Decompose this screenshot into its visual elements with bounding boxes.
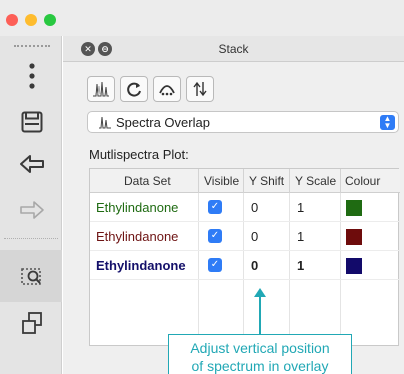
column-header-visible[interactable]: Visible bbox=[204, 174, 239, 188]
column-header-colour[interactable]: Colour bbox=[345, 174, 380, 188]
callout-box: Adjust vertical position of spectrum in … bbox=[168, 334, 352, 374]
toolbar-grip[interactable] bbox=[14, 45, 50, 49]
spectra-overlay-tool-button[interactable] bbox=[87, 76, 115, 102]
panel-title: Stack bbox=[218, 42, 249, 56]
panel-float-icon[interactable]: ⊖ bbox=[98, 42, 112, 56]
colour-swatch[interactable] bbox=[346, 229, 362, 245]
toolbar-separator bbox=[4, 238, 58, 239]
panel-header: Stack ✕ ⊖ bbox=[63, 36, 404, 62]
y-scale-value[interactable]: 1 bbox=[297, 229, 304, 244]
zoom-region-button[interactable] bbox=[14, 258, 50, 294]
stack-panel: Stack ✕ ⊖ Spectra Overlap ▲ ▼ Mutlispect… bbox=[63, 36, 404, 374]
column-divider bbox=[243, 169, 244, 193]
save-button[interactable] bbox=[14, 104, 50, 140]
redo-button[interactable] bbox=[14, 192, 50, 228]
row-divider bbox=[90, 221, 400, 222]
y-scale-value[interactable]: 1 bbox=[297, 200, 304, 215]
multispectra-plot-label: Mutlispectra Plot: bbox=[89, 147, 189, 162]
visible-checkbox[interactable]: ✓ bbox=[208, 258, 222, 272]
colour-swatch[interactable] bbox=[346, 200, 362, 216]
shift-tool-button[interactable] bbox=[186, 76, 214, 102]
data-set-name[interactable]: Ethylindanone bbox=[96, 229, 178, 244]
y-shift-value[interactable]: 0 bbox=[251, 258, 258, 273]
column-divider bbox=[198, 169, 199, 193]
callout-text-line-2: of spectrum in overlay bbox=[191, 358, 329, 374]
minimize-window-button[interactable] bbox=[25, 14, 37, 26]
mode-select-value: Spectra Overlap bbox=[116, 115, 210, 130]
row-divider bbox=[90, 250, 400, 251]
left-toolbar bbox=[0, 36, 62, 374]
callout-text-line-1: Adjust vertical position bbox=[190, 340, 330, 356]
column-divider bbox=[198, 193, 199, 345]
redo-arrow-icon bbox=[20, 201, 44, 219]
peak-dots-icon bbox=[159, 85, 175, 96]
zoom-window-button[interactable] bbox=[44, 14, 56, 26]
title-bar bbox=[0, 0, 404, 36]
stack-button[interactable] bbox=[14, 306, 50, 342]
data-set-name[interactable]: Ethylindanone bbox=[96, 200, 178, 215]
select-chevrons-icon[interactable]: ▲ ▼ bbox=[380, 115, 395, 130]
visible-checkbox[interactable]: ✓ bbox=[208, 200, 222, 214]
y-shift-value[interactable]: 0 bbox=[251, 200, 258, 215]
data-set-name[interactable]: Ethylindanone bbox=[96, 258, 186, 273]
table-header: Data Set Visible Y Shift Y Scale Colour bbox=[90, 169, 400, 193]
refresh-icon bbox=[127, 82, 141, 97]
floppy-disk-icon bbox=[21, 111, 43, 133]
column-divider bbox=[340, 193, 341, 345]
y-scale-value[interactable]: 1 bbox=[297, 258, 304, 273]
undo-button[interactable] bbox=[14, 146, 50, 182]
stacked-windows-icon bbox=[22, 312, 42, 334]
zoom-region-icon bbox=[21, 268, 41, 285]
column-divider bbox=[289, 193, 290, 345]
column-divider bbox=[289, 169, 290, 193]
refresh-tool-button[interactable] bbox=[120, 76, 148, 102]
overlay-spectra-icon bbox=[93, 81, 109, 97]
mode-select[interactable]: Spectra Overlap ▲ ▼ bbox=[87, 111, 399, 133]
visible-checkbox[interactable]: ✓ bbox=[208, 229, 222, 243]
y-shift-value[interactable]: 0 bbox=[251, 229, 258, 244]
multispectra-table: Data Set Visible Y Shift Y Scale Colour … bbox=[89, 168, 400, 346]
vertical-dots-icon bbox=[29, 63, 35, 89]
column-header-y-scale[interactable]: Y Scale bbox=[295, 174, 336, 188]
row-divider bbox=[90, 279, 400, 280]
panel-close-icon[interactable]: ✕ bbox=[81, 42, 95, 56]
column-header-y-shift[interactable]: Y Shift bbox=[249, 174, 284, 188]
spectra-overlap-icon bbox=[99, 116, 111, 129]
more-button[interactable] bbox=[14, 58, 50, 94]
colour-swatch[interactable] bbox=[346, 258, 362, 274]
undo-arrow-icon bbox=[20, 155, 44, 173]
vertical-shift-icon bbox=[193, 81, 207, 97]
peaks-tool-button[interactable] bbox=[153, 76, 181, 102]
column-divider bbox=[243, 193, 244, 345]
panel-toolbar bbox=[87, 76, 214, 104]
close-window-button[interactable] bbox=[6, 14, 18, 26]
column-divider bbox=[340, 169, 341, 193]
column-header-data-set[interactable]: Data Set bbox=[124, 174, 171, 188]
